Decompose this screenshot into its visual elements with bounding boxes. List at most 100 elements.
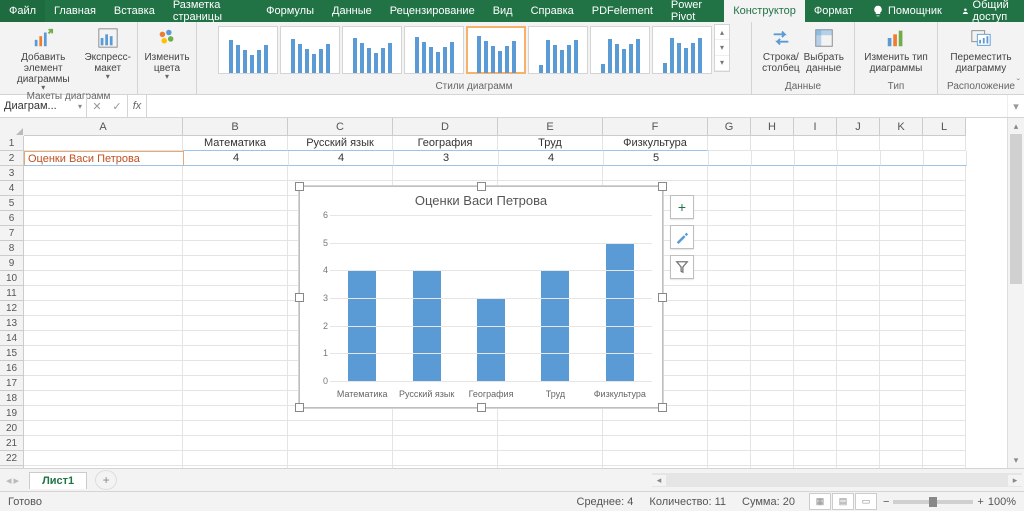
tab-format[interactable]: Формат [805, 0, 862, 22]
cell[interactable] [708, 436, 751, 451]
row-header[interactable]: 4 [0, 181, 24, 196]
cell[interactable] [708, 391, 751, 406]
row-header[interactable]: 2 [0, 151, 24, 166]
cell[interactable] [794, 346, 837, 361]
cell[interactable] [924, 151, 967, 166]
cell[interactable] [794, 286, 837, 301]
row-header[interactable]: 1 [0, 136, 24, 151]
cell[interactable] [794, 256, 837, 271]
cell[interactable] [837, 466, 880, 468]
cell[interactable] [794, 241, 837, 256]
cell[interactable] [923, 346, 966, 361]
cell[interactable] [838, 151, 881, 166]
cell[interactable] [708, 286, 751, 301]
row-header[interactable]: 10 [0, 271, 24, 286]
row-header[interactable]: 22 [0, 451, 24, 466]
cell[interactable] [393, 466, 498, 468]
cell[interactable] [393, 166, 498, 181]
cell[interactable]: Оценки Васи Петрова [24, 151, 184, 166]
cell[interactable] [923, 136, 966, 151]
gallery-scroll[interactable]: ▴▾▾ [714, 24, 730, 72]
cell[interactable]: География [393, 136, 498, 151]
chart-style-thumb[interactable] [404, 26, 464, 74]
tell-me[interactable]: Помощник [862, 5, 952, 17]
cell[interactable] [751, 361, 794, 376]
column-header[interactable]: D [393, 118, 498, 136]
cell[interactable] [183, 301, 288, 316]
chart-x-axis[interactable]: МатематикаРусский языкГеографияТрудФизку… [330, 389, 652, 399]
cell[interactable] [837, 361, 880, 376]
row-header[interactable]: 6 [0, 211, 24, 226]
cell[interactable] [751, 271, 794, 286]
sheet-nav[interactable]: ◂▸ [0, 474, 25, 487]
cell[interactable] [709, 151, 752, 166]
cell[interactable] [183, 166, 288, 181]
cell[interactable] [24, 466, 183, 468]
change-chart-type-button[interactable]: Изменить тип диаграммы [864, 24, 927, 74]
row-headers[interactable]: 1234567891011121314151617181920212223 [0, 136, 24, 468]
cell[interactable] [795, 151, 838, 166]
row-header[interactable]: 17 [0, 376, 24, 391]
cell[interactable] [751, 331, 794, 346]
cell[interactable] [794, 136, 837, 151]
row-header[interactable]: 21 [0, 436, 24, 451]
sheet-tab-active[interactable]: Лист1 [29, 472, 87, 489]
column-header[interactable]: A [24, 118, 183, 136]
cell[interactable] [708, 361, 751, 376]
cell[interactable] [24, 331, 183, 346]
zoom-in-icon[interactable]: + [977, 496, 983, 508]
cell[interactable] [498, 466, 603, 468]
worksheet[interactable]: ABCDEFGHIJKL 123456789101112131415161718… [0, 118, 1024, 468]
cell[interactable] [880, 211, 923, 226]
cell[interactable] [24, 406, 183, 421]
chart-style-thumb[interactable] [342, 26, 402, 74]
cell[interactable] [880, 406, 923, 421]
cell[interactable] [393, 451, 498, 466]
cell[interactable] [183, 346, 288, 361]
row-header[interactable]: 9 [0, 256, 24, 271]
resize-handle[interactable] [658, 182, 667, 191]
cell[interactable] [24, 301, 183, 316]
cell[interactable]: 4 [184, 151, 289, 166]
cell[interactable] [880, 136, 923, 151]
cell[interactable] [183, 421, 288, 436]
cell[interactable] [837, 196, 880, 211]
cell[interactable] [24, 316, 183, 331]
add-chart-element-button[interactable]: Добавить элемент диаграммы ▾ [6, 24, 80, 91]
cell[interactable] [880, 451, 923, 466]
cell[interactable] [603, 466, 708, 468]
cell[interactable] [794, 316, 837, 331]
cell[interactable]: 4 [289, 151, 394, 166]
cell[interactable] [751, 241, 794, 256]
tab-chart-design[interactable]: Конструктор [724, 0, 805, 22]
cell[interactable] [288, 166, 393, 181]
cell[interactable] [794, 391, 837, 406]
cell[interactable] [794, 406, 837, 421]
resize-handle[interactable] [295, 403, 304, 412]
cell[interactable] [880, 181, 923, 196]
cell[interactable] [708, 181, 751, 196]
cell[interactable] [794, 436, 837, 451]
resize-handle[interactable] [295, 182, 304, 191]
cell[interactable] [752, 151, 795, 166]
select-data-button[interactable]: Выбрать данные [804, 24, 844, 74]
cell[interactable] [880, 391, 923, 406]
cell[interactable]: Русский язык [288, 136, 393, 151]
column-header[interactable]: E [498, 118, 603, 136]
cell[interactable] [183, 226, 288, 241]
cell[interactable] [603, 421, 708, 436]
resize-handle[interactable] [658, 403, 667, 412]
row-header[interactable]: 20 [0, 421, 24, 436]
column-header[interactable]: K [880, 118, 923, 136]
cell[interactable] [183, 391, 288, 406]
cell[interactable] [751, 181, 794, 196]
resize-handle[interactable] [295, 293, 304, 302]
cell[interactable]: 5 [604, 151, 709, 166]
cell[interactable] [880, 316, 923, 331]
cell[interactable] [708, 136, 751, 151]
tab-help[interactable]: Справка [522, 0, 583, 22]
resize-handle[interactable] [477, 403, 486, 412]
cell[interactable]: Физкультура [603, 136, 708, 151]
cell[interactable] [288, 451, 393, 466]
chart-filters-button[interactable] [670, 255, 694, 279]
